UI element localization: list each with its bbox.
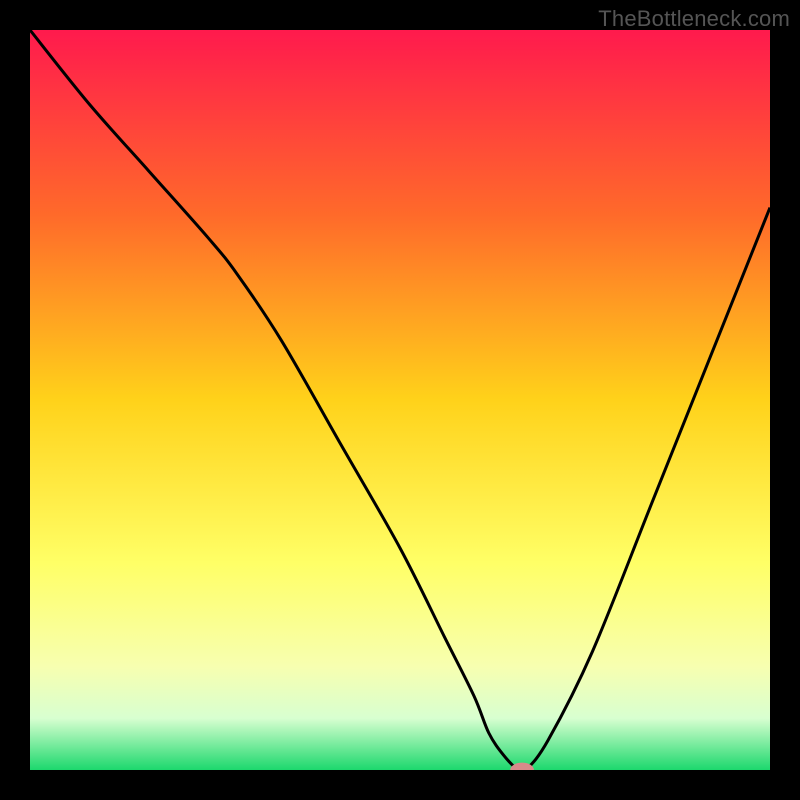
gradient-background <box>30 30 770 770</box>
watermark-text: TheBottleneck.com <box>598 6 790 32</box>
chart-svg <box>30 30 770 770</box>
plot-area <box>30 30 770 770</box>
chart-frame: TheBottleneck.com <box>0 0 800 800</box>
